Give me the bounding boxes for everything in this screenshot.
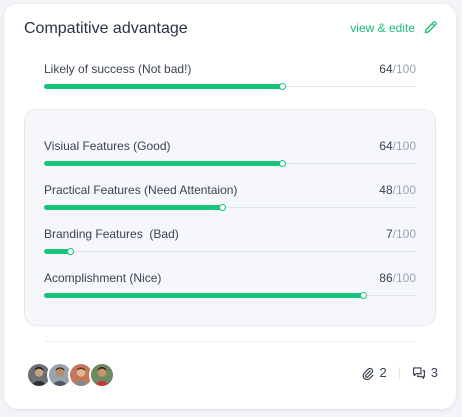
progress-fill [44,161,283,166]
success-metric: Likely of success (Not bad!) 64/100 [44,62,416,90]
paperclip-icon [361,366,375,380]
feature-metric-practical: Practical Features (Need Attentaion) 48/… [44,183,416,211]
attachments-stat[interactable]: 2 [361,365,387,380]
view-edit-label: view & edite [350,20,415,35]
view-edit-button[interactable]: view & edite [350,20,438,35]
metric-value: 64/100 [379,62,416,76]
progress-knob [360,292,368,299]
progress-track [44,204,416,211]
progress-fill [44,293,364,298]
progress-knob [278,160,286,167]
progress-fill [44,205,223,210]
footer-stats: 2 3 [361,365,438,380]
avatar[interactable] [89,362,115,388]
progress-fill [44,84,283,89]
metric-label: Branding Features (Bad) [44,227,179,241]
comments-icon [412,366,426,380]
feature-metric-accomplishment: Acomplishment (Nice) 86/100 [44,271,416,299]
metric-value: 7/100 [385,227,416,241]
feature-metric-branding: Branding Features (Bad) 7/100 [44,227,416,255]
metric-value: 86/100 [379,271,416,285]
comments-stat[interactable]: 3 [412,365,438,380]
progress-track [44,292,416,299]
pencil-icon [423,20,438,35]
progress-track [44,248,416,255]
stat-separator [398,366,400,379]
footer-divider [44,341,416,342]
metric-label: Practical Features (Need Attentaion) [44,183,238,197]
metric-label: Acomplishment (Nice) [44,271,162,285]
progress-track [44,83,416,90]
card-title: Compatitive advantage [24,20,188,37]
progress-knob [278,83,286,90]
metric-label: Likely of success (Not bad!) [44,62,192,76]
metric-value: 64/100 [379,139,416,153]
feature-metric-visual: Visiual Features (Good) 64/100 [44,139,416,167]
metric-value: 48/100 [379,183,416,197]
comments-count: 3 [430,365,438,380]
metric-label: Visiual Features (Good) [44,139,171,153]
progress-knob [219,204,227,211]
progress-track [44,160,416,167]
competitive-advantage-card: Compatitive advantage view & edite Likel… [4,4,456,409]
attachments-count: 2 [379,365,387,380]
progress-knob [66,248,74,255]
member-avatars[interactable] [26,362,115,388]
